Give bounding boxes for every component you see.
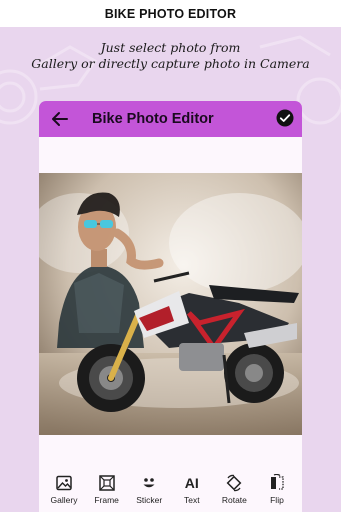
tagline-line-2: Gallery or directly capture photo in Cam… [31,56,310,71]
tool-label: Text [183,495,200,505]
tagline-line-1: Just select photo from [100,40,241,55]
edited-photo-image [39,173,302,435]
tool-label: Sticker [136,495,163,505]
tool-label: Rotate [221,495,247,505]
app-screen: Bike Photo Editor Gallery Frame Sticker … [39,101,302,512]
tool-sticker[interactable]: Sticker [130,464,168,512]
tool-label: Flip [270,495,284,505]
tool-gallery[interactable]: Gallery [45,464,83,512]
app-title: Bike Photo Editor [92,111,214,127]
editor-toolbar: Gallery Frame Sticker AI Text Rotate Fli… [39,464,302,512]
tool-flip[interactable]: Flip [258,464,296,512]
sticker-face-icon [143,478,155,488]
flip-icon [270,474,284,490]
tool-text[interactable]: AI Text [173,464,211,512]
tool-frame[interactable]: Frame [88,464,126,512]
image-icon [56,475,72,491]
tool-label: Gallery [50,495,78,505]
banner-title: BIKE PHOTO EDITOR [104,6,237,21]
tool-label: Frame [94,495,119,505]
rotate-icon [226,474,242,492]
tool-rotate[interactable]: Rotate [215,464,253,512]
top-banner: BIKE PHOTO EDITOR [0,0,341,27]
arrow-left-icon[interactable] [50,109,70,129]
tagline: Just select photo from Gallery or direct… [0,40,341,72]
text-ai-icon: AI [184,475,199,491]
frame-icon [98,475,115,491]
app-bar: Bike Photo Editor [39,101,302,137]
check-circle-icon[interactable] [276,109,294,127]
